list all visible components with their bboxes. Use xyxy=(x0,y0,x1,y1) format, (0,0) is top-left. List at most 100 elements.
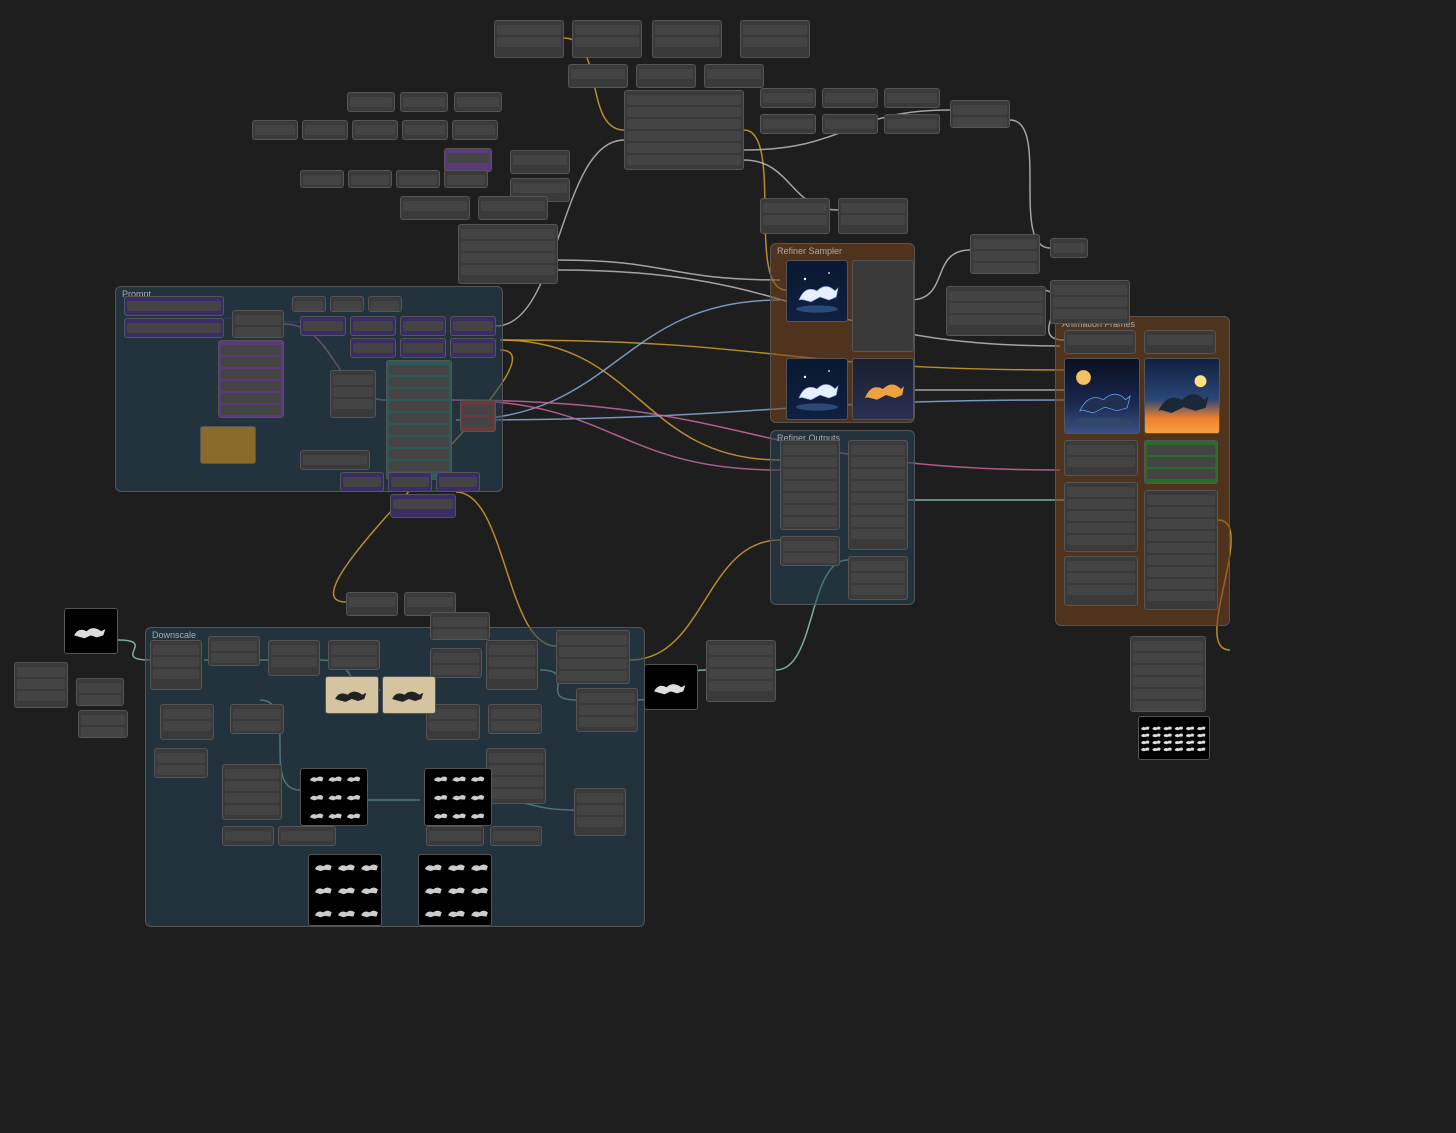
node-slot[interactable] xyxy=(783,469,837,479)
node-n89[interactable] xyxy=(486,640,538,690)
node-slot[interactable] xyxy=(353,321,393,331)
node-slot[interactable] xyxy=(627,131,741,141)
node-n52[interactable] xyxy=(450,338,496,358)
node-n56[interactable] xyxy=(460,400,496,432)
node-n18[interactable] xyxy=(348,170,392,188)
node-slot[interactable] xyxy=(211,641,257,651)
node-slot[interactable] xyxy=(453,343,493,353)
node-slot[interactable] xyxy=(1067,335,1133,345)
node-slot[interactable] xyxy=(433,665,479,675)
node-slot[interactable] xyxy=(351,175,389,185)
node-slot[interactable] xyxy=(559,647,627,657)
preview-p7[interactable] xyxy=(308,854,382,926)
node-n34[interactable] xyxy=(760,198,830,234)
node-slot[interactable] xyxy=(389,389,449,399)
node-slot[interactable] xyxy=(153,645,199,655)
node-slot[interactable] xyxy=(489,645,535,655)
node-slot[interactable] xyxy=(851,505,905,515)
node-slot[interactable] xyxy=(455,125,495,135)
node-slot[interactable] xyxy=(627,107,741,117)
node-slot[interactable] xyxy=(333,301,361,311)
node-slot[interactable] xyxy=(1067,573,1135,583)
node-slot[interactable] xyxy=(783,445,837,455)
node-n84[interactable] xyxy=(150,640,202,690)
node-slot[interactable] xyxy=(973,239,1037,249)
node-slot[interactable] xyxy=(255,125,295,135)
node-slot[interactable] xyxy=(331,657,377,667)
node-slot[interactable] xyxy=(1147,555,1215,565)
node-slot[interactable] xyxy=(447,175,485,185)
node-n82[interactable] xyxy=(76,678,124,706)
node-n16[interactable] xyxy=(444,148,492,172)
node-slot[interactable] xyxy=(627,119,741,129)
node-n58[interactable] xyxy=(300,450,370,470)
node-slot[interactable] xyxy=(1147,567,1215,577)
node-slot[interactable] xyxy=(491,721,539,731)
node-n63[interactable] xyxy=(780,440,840,530)
node-slot[interactable] xyxy=(709,681,773,691)
node-n1[interactable] xyxy=(494,20,564,58)
node-slot[interactable] xyxy=(627,95,741,105)
node-slot[interactable] xyxy=(783,517,837,527)
node-slot[interactable] xyxy=(127,301,221,311)
node-slot[interactable] xyxy=(389,413,449,423)
node-n20[interactable] xyxy=(444,170,488,188)
node-slot[interactable] xyxy=(81,715,125,725)
node-n65[interactable] xyxy=(848,556,908,600)
node-slot[interactable] xyxy=(281,831,333,841)
node-n2[interactable] xyxy=(572,20,642,58)
node-n90[interactable] xyxy=(160,704,214,740)
node-slot[interactable] xyxy=(389,437,449,447)
node-n69[interactable] xyxy=(1064,440,1138,476)
node-n72[interactable] xyxy=(1144,490,1218,610)
node-slot[interactable] xyxy=(463,405,493,415)
node-slot[interactable] xyxy=(153,669,199,679)
node-slot[interactable] xyxy=(225,831,271,841)
node-slot[interactable] xyxy=(1147,591,1215,601)
node-slot[interactable] xyxy=(489,657,535,667)
node-slot[interactable] xyxy=(841,203,905,213)
node-n60[interactable] xyxy=(388,472,432,492)
node-slot[interactable] xyxy=(851,573,905,583)
node-slot[interactable] xyxy=(851,493,905,503)
node-slot[interactable] xyxy=(233,721,281,731)
node-n17[interactable] xyxy=(300,170,344,188)
node-slot[interactable] xyxy=(403,201,467,211)
node-slot[interactable] xyxy=(1067,487,1135,497)
node-slot[interactable] xyxy=(461,253,555,263)
node-slot[interactable] xyxy=(303,321,343,331)
node-n11[interactable] xyxy=(252,120,298,140)
node-slot[interactable] xyxy=(851,445,905,455)
node-n57[interactable] xyxy=(200,426,256,464)
preview-p9[interactable] xyxy=(786,260,848,322)
node-slot[interactable] xyxy=(353,343,393,353)
node-n79[interactable] xyxy=(576,688,638,732)
node-n29[interactable] xyxy=(884,88,940,108)
node-slot[interactable] xyxy=(841,215,905,225)
node-slot[interactable] xyxy=(461,241,555,251)
node-n32[interactable] xyxy=(884,114,940,134)
node-n73[interactable] xyxy=(1064,556,1138,606)
preview-p15[interactable] xyxy=(1138,716,1210,760)
node-n64[interactable] xyxy=(848,440,908,550)
node-slot[interactable] xyxy=(579,705,635,715)
node-n53[interactable] xyxy=(218,340,284,418)
node-slot[interactable] xyxy=(403,97,445,107)
node-slot[interactable] xyxy=(851,481,905,491)
node-n51[interactable] xyxy=(400,338,446,358)
node-n100[interactable] xyxy=(426,826,484,846)
node-n99[interactable] xyxy=(278,826,336,846)
node-slot[interactable] xyxy=(79,695,121,705)
node-slot[interactable] xyxy=(1147,445,1215,455)
node-n85[interactable] xyxy=(208,636,260,666)
node-slot[interactable] xyxy=(953,105,1007,115)
node-n31[interactable] xyxy=(822,114,878,134)
node-slot[interactable] xyxy=(571,69,625,79)
node-slot[interactable] xyxy=(1133,701,1203,711)
node-slot[interactable] xyxy=(305,125,345,135)
node-slot[interactable] xyxy=(763,215,827,225)
node-slot[interactable] xyxy=(403,321,443,331)
node-slot[interactable] xyxy=(1067,535,1135,545)
node-slot[interactable] xyxy=(949,315,1043,325)
node-n30[interactable] xyxy=(760,114,816,134)
